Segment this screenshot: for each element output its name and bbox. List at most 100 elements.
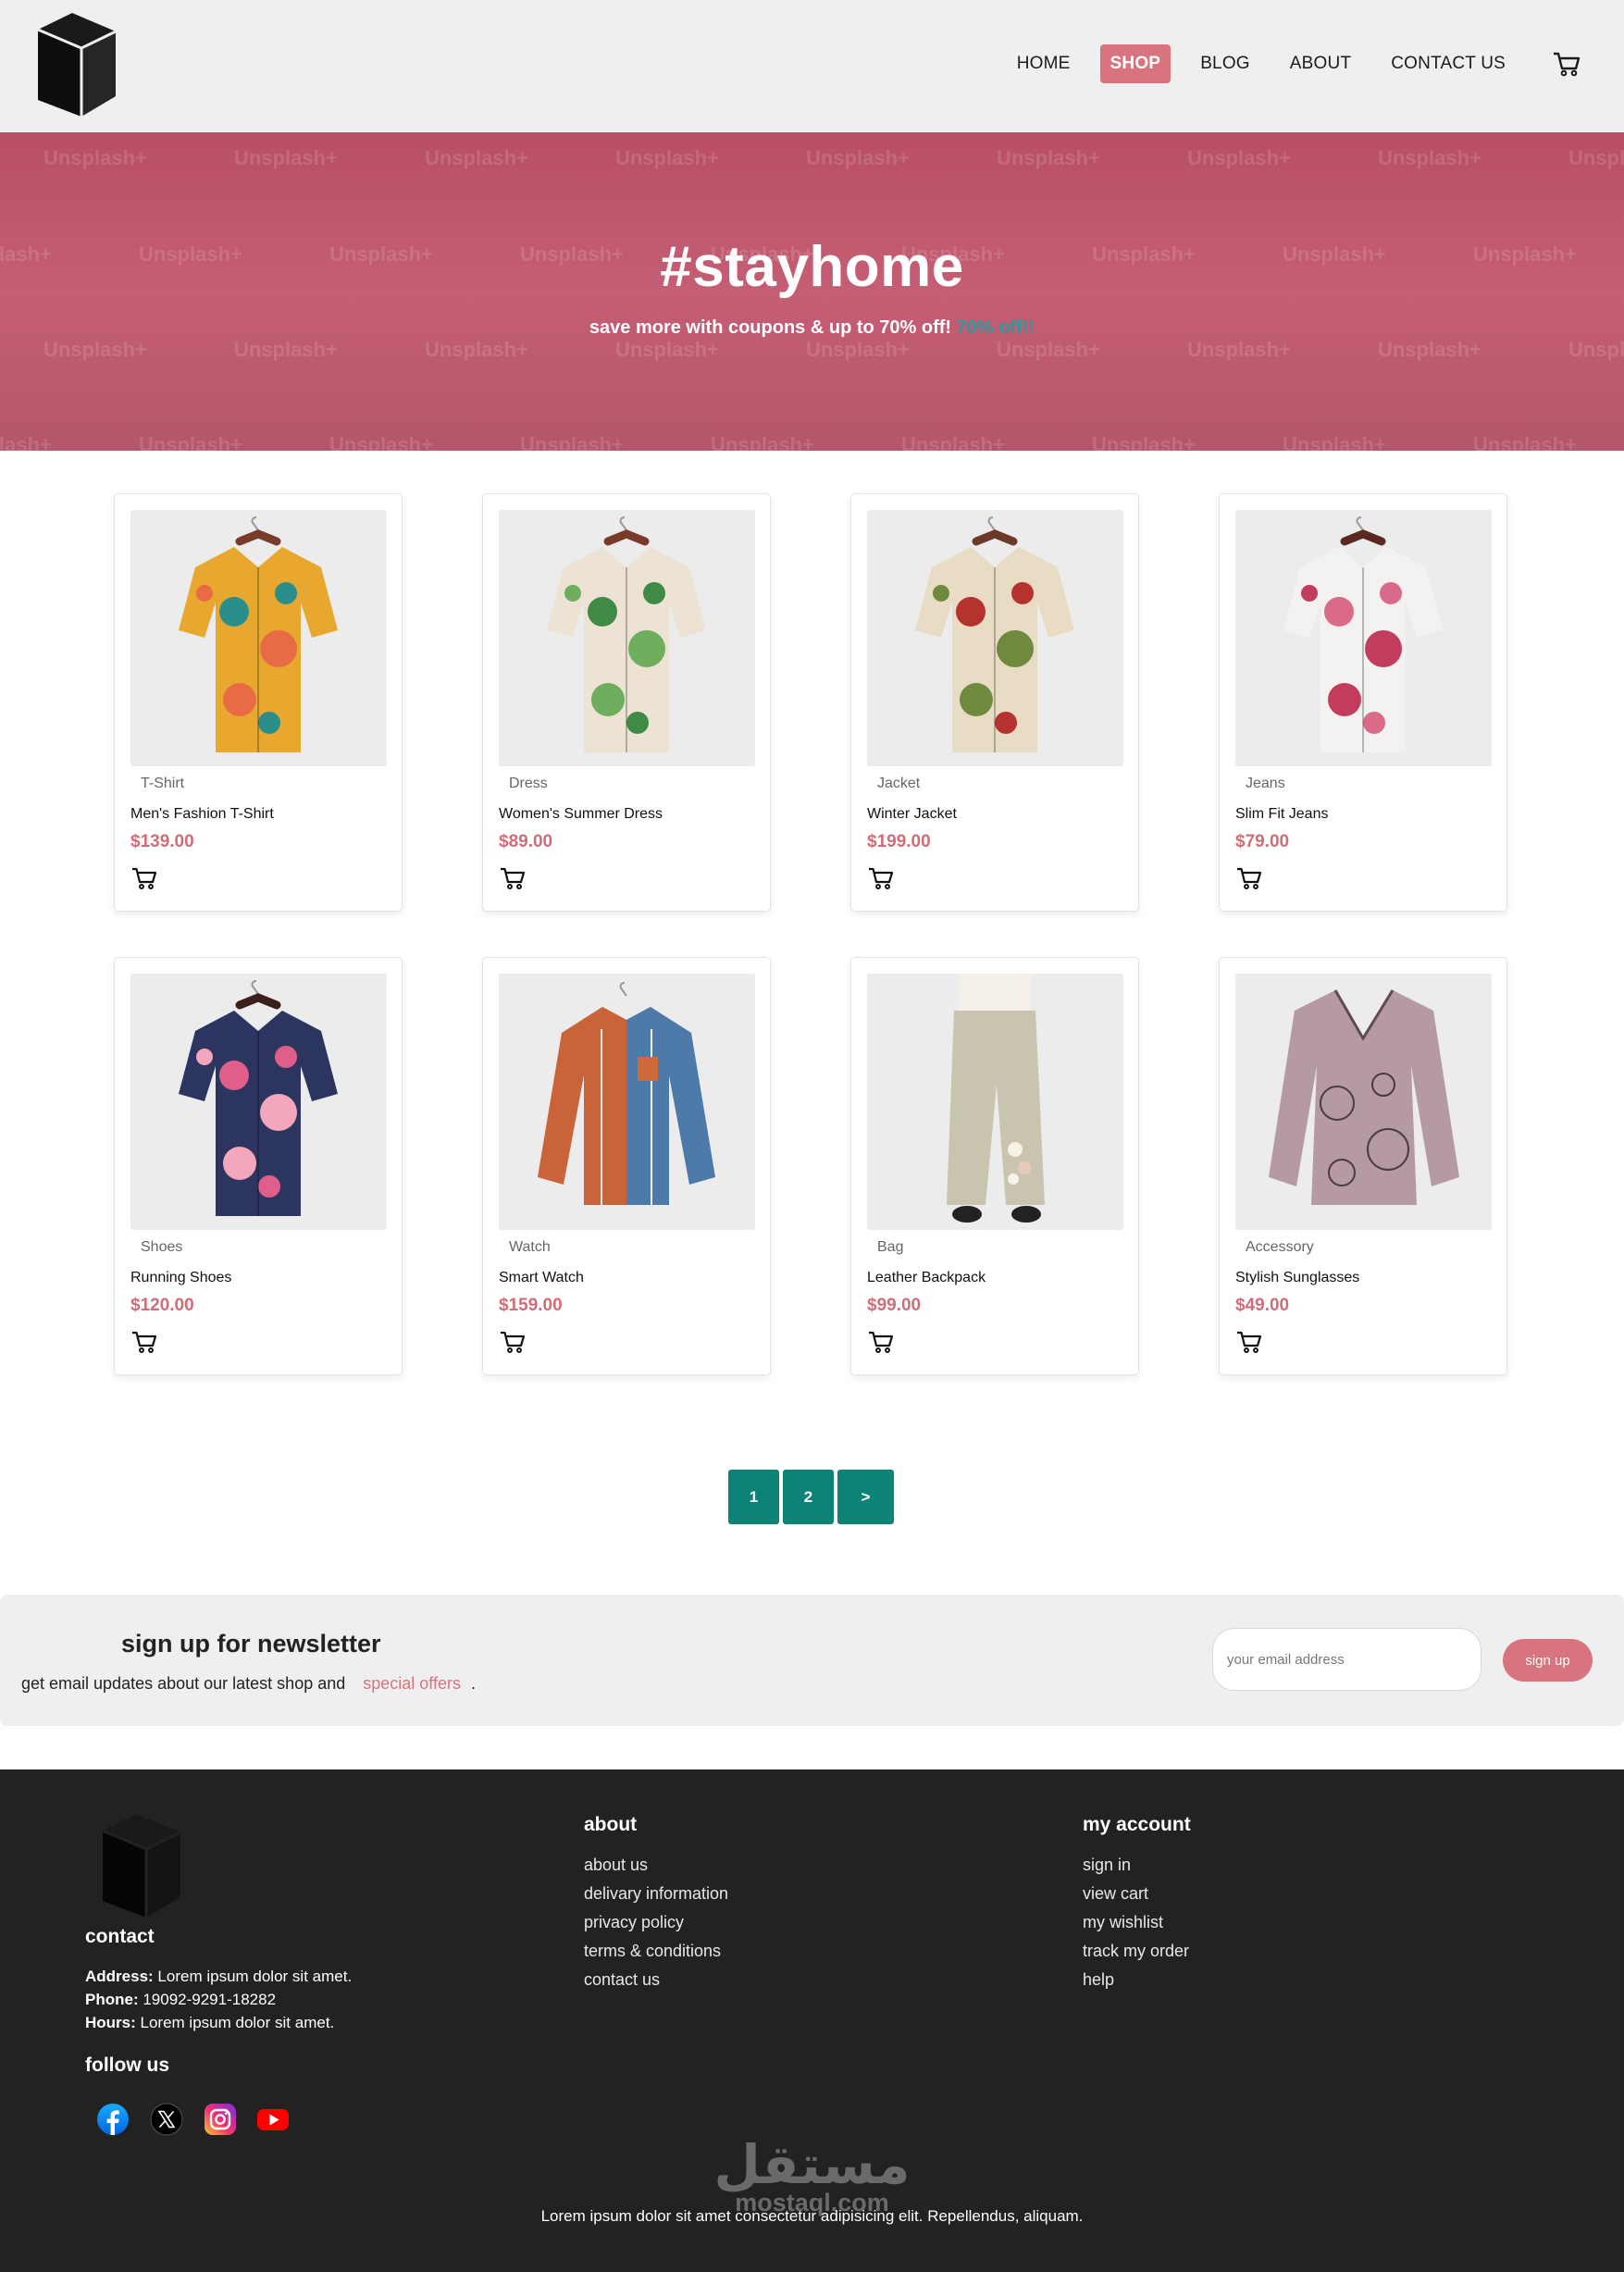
product-card[interactable]: Bag Leather Backpack $99.00: [850, 957, 1139, 1375]
product-name[interactable]: Stylish Sunglasses: [1235, 1270, 1359, 1286]
hero-banner: Unsplash+ Unsplash+ Unsplash+ Unsplash+ Unsp…: [0, 132, 1624, 451]
follow-title: follow us: [85, 2055, 169, 2076]
sign-up-button[interactable]: sign up: [1503, 1639, 1593, 1682]
product-photo: [499, 510, 755, 766]
nav-shop[interactable]: SHOP: [1099, 44, 1172, 83]
product-image[interactable]: [1235, 974, 1492, 1230]
unsplash-watermark: Unsplash+: [1378, 338, 1481, 361]
product-image[interactable]: [867, 510, 1123, 766]
cube-logo-icon[interactable]: [31, 11, 118, 118]
youtube-icon[interactable]: [256, 2103, 290, 2136]
product-category: Shoes: [141, 1239, 183, 1255]
instagram-icon[interactable]: [204, 2103, 237, 2136]
unsplash-watermark: Unsplash+: [615, 146, 719, 169]
unsplash-watermark: Unsplash+: [1283, 433, 1386, 451]
unsplash-watermark: Unsplash+: [997, 146, 1100, 169]
unsplash-watermark: Unsplash+: [425, 338, 528, 361]
cube-logo-icon[interactable]: [95, 1812, 183, 1919]
account-link-wishlist[interactable]: my wishlist: [1083, 1913, 1163, 1932]
product-photo: [1235, 974, 1492, 1230]
special-offers-link[interactable]: special offers: [363, 1674, 461, 1693]
product-image[interactable]: [1235, 510, 1492, 766]
nav-blog[interactable]: BLOG: [1190, 44, 1260, 83]
unsplash-watermark: Unsplash+: [901, 433, 1005, 451]
product-name[interactable]: Smart Watch: [499, 1270, 584, 1286]
unsplash-watermark: Unsplash+: [997, 338, 1100, 361]
unsplash-watermark: Unsplash+: [234, 146, 338, 169]
nav-about[interactable]: ABOUT: [1280, 44, 1361, 83]
newsletter-title: sign up for newsletter: [121, 1630, 381, 1657]
hero-title: #stayhome: [660, 235, 964, 299]
shopping-cart-icon[interactable]: [499, 864, 527, 892]
product-image[interactable]: [130, 974, 387, 1230]
product-category: Dress: [509, 776, 548, 791]
next-page-button[interactable]: >: [837, 1470, 894, 1524]
product-card[interactable]: Jacket Winter Jacket $199.00: [850, 493, 1139, 912]
product-name[interactable]: Women's Summer Dress: [499, 806, 663, 823]
shopping-cart-icon[interactable]: [1235, 864, 1263, 892]
account-link-help[interactable]: help: [1083, 1970, 1114, 1990]
account-link-view-cart[interactable]: view cart: [1083, 1884, 1148, 1904]
x-icon[interactable]: [150, 2103, 183, 2136]
product-card[interactable]: Shoes Running Shoes $120.00: [114, 957, 403, 1375]
product-price: $139.00: [130, 832, 194, 851]
about-link-delivery[interactable]: delivary information: [584, 1884, 728, 1904]
nav-home[interactable]: HOME: [1007, 44, 1081, 83]
product-photo: [1235, 510, 1492, 766]
product-price: $89.00: [499, 832, 553, 851]
brand-arabic: مستقل: [713, 2133, 911, 2196]
unsplash-watermark: Unsplash+: [1092, 433, 1196, 451]
shopping-cart-icon[interactable]: [130, 1328, 158, 1356]
shopping-cart-icon[interactable]: [130, 864, 158, 892]
account-link-track[interactable]: track my order: [1083, 1942, 1189, 1961]
about-link-privacy[interactable]: privacy policy: [584, 1913, 684, 1932]
about-link-terms[interactable]: terms & conditions: [584, 1942, 721, 1961]
shopping-cart-icon[interactable]: [867, 1328, 895, 1356]
page-1-button[interactable]: 1: [728, 1470, 779, 1524]
about-link-about-us[interactable]: about us: [584, 1856, 648, 1875]
unsplash-watermark: Unsplash+: [1568, 338, 1624, 361]
product-price: $99.00: [867, 1296, 922, 1315]
product-card[interactable]: Watch Smart Watch $159.00: [482, 957, 771, 1375]
product-image[interactable]: [130, 510, 387, 766]
hours-line: Hours: Lorem ipsum dolor sit amet.: [85, 2014, 334, 2032]
about-link-contact[interactable]: contact us: [584, 1970, 660, 1990]
product-photo: [130, 510, 387, 766]
shopping-cart-icon[interactable]: [1235, 1328, 1263, 1356]
unsplash-watermark: Unsplash+: [43, 338, 147, 361]
about-title: about: [584, 1814, 638, 1835]
contact-title: contact: [85, 1926, 155, 1947]
product-image[interactable]: [499, 974, 755, 1230]
product-image[interactable]: [867, 974, 1123, 1230]
shopping-cart-icon[interactable]: [499, 1328, 527, 1356]
hero-subtitle: save more with coupons & up to 70% off! …: [0, 317, 1624, 339]
shopping-cart-icon[interactable]: [1551, 48, 1582, 80]
shopping-cart-icon[interactable]: [867, 864, 895, 892]
unsplash-watermark: Unsplash+: [806, 146, 910, 169]
email-field[interactable]: [1212, 1628, 1481, 1691]
page-2-button[interactable]: 2: [783, 1470, 834, 1524]
product-card[interactable]: Jeans Slim Fit Jeans $79.00: [1219, 493, 1507, 912]
unsplash-watermark: Unsplash+: [43, 146, 147, 169]
product-image[interactable]: [499, 510, 755, 766]
product-card[interactable]: T-Shirt Men's Fashion T-Shirt $139.00: [114, 493, 403, 912]
nav-contact[interactable]: CONTACT US: [1381, 44, 1516, 83]
account-link-sign-in[interactable]: sign in: [1083, 1856, 1131, 1875]
unsplash-watermark: Unsplash+: [520, 433, 624, 451]
product-card[interactable]: Dress Women's Summer Dress $89.00: [482, 493, 771, 912]
product-name[interactable]: Men's Fashion T-Shirt: [130, 806, 274, 823]
unsplash-watermark: Unsplash+: [615, 338, 719, 361]
product-name[interactable]: Leather Backpack: [867, 1270, 986, 1286]
product-card[interactable]: Accessory Stylish Sunglasses $49.00: [1219, 957, 1507, 1375]
main-nav: HOME SHOP BLOG ABOUT CONTACT US: [987, 44, 1624, 83]
product-price: $159.00: [499, 1296, 563, 1315]
facebook-icon[interactable]: [96, 2103, 130, 2136]
product-category: Bag: [877, 1239, 904, 1255]
newsletter-period: .: [471, 1674, 477, 1693]
phone-label: Phone:: [85, 1991, 139, 2008]
product-name[interactable]: Slim Fit Jeans: [1235, 806, 1328, 823]
product-name[interactable]: Running Shoes: [130, 1270, 231, 1286]
unsplash-watermark: Unsplash+: [1378, 146, 1481, 169]
product-name[interactable]: Winter Jacket: [867, 806, 957, 823]
account-title: my account: [1083, 1814, 1191, 1835]
